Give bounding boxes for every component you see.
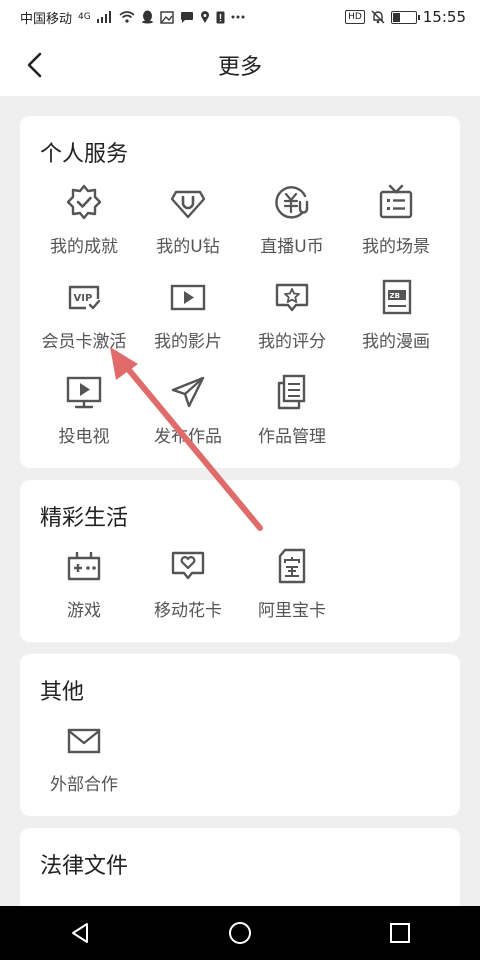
wifi-icon <box>119 11 135 23</box>
nav-recents-square-icon <box>390 923 410 943</box>
item-label: 阿里宝卡 <box>258 601 326 621</box>
item-label: 我的影片 <box>154 332 222 352</box>
achievement-badge-icon <box>66 184 102 220</box>
item-label: 作品管理 <box>258 427 326 447</box>
clock: 15:55 <box>422 8 466 26</box>
qq-icon <box>141 10 154 24</box>
status-left: 中国移动 4G <box>20 8 245 27</box>
grid-item-cast-tv[interactable]: 投电视 <box>32 368 136 463</box>
personal-services-grid: 我的成就 我的U钻 直播U币 我的场景 VIP 会员卡激活 我的影片 我的评分 … <box>32 178 448 463</box>
grid-item-vip-card[interactable]: VIP 会员卡激活 <box>32 273 136 368</box>
chevron-left-icon <box>27 52 42 78</box>
sim-alert-icon <box>216 11 225 24</box>
title-bar: 更多 <box>0 34 480 96</box>
section-title: 法律文件 <box>40 854 129 879</box>
hd-badge: HD <box>345 10 365 24</box>
item-label: 我的评分 <box>258 332 326 352</box>
section-title: 精彩生活 <box>40 506 129 531</box>
status-right: HD 15:55 <box>345 8 466 26</box>
works-manage-icon <box>277 374 306 410</box>
grid-item-scenes[interactable]: 我的场景 <box>344 178 448 273</box>
item-label: 投电视 <box>58 427 110 447</box>
grid-item-achievement[interactable]: 我的成就 <box>32 178 136 273</box>
grid-item-comics[interactable]: ZB 我的漫画 <box>344 273 448 368</box>
grid-item-u-diamond[interactable]: 我的U钻 <box>136 178 240 273</box>
item-label: 我的场景 <box>362 237 430 257</box>
comic-book-icon: ZB <box>382 279 412 315</box>
message-icon <box>180 11 194 24</box>
grid-item-publish[interactable]: 发布作品 <box>136 368 240 463</box>
grid-item-ali-card[interactable]: 阿里宝卡 <box>240 542 344 637</box>
vip-card-icon: VIP <box>68 285 101 310</box>
other-card: 其他 外部合作 <box>20 654 460 816</box>
mail-icon <box>67 728 101 754</box>
item-label: 直播U币 <box>260 237 324 257</box>
item-label: 我的漫画 <box>362 332 430 352</box>
svg-text:VIP: VIP <box>74 293 93 304</box>
item-label: 移动花卡 <box>154 601 222 621</box>
grid-item-ratings[interactable]: 我的评分 <box>240 273 344 368</box>
other-grid: 外部合作 <box>32 716 448 811</box>
system-nav-bar <box>0 906 480 960</box>
carrier-name: 中国移动 <box>20 11 73 27</box>
item-label: 我的成就 <box>50 237 118 257</box>
signal-icon <box>96 11 113 23</box>
life-grid: 游戏 移动花卡 阿里宝卡 <box>32 542 448 637</box>
flower-card-icon <box>171 551 205 580</box>
grid-item-u-coin[interactable]: 直播U币 <box>240 178 344 273</box>
network-type: 4G <box>78 12 91 22</box>
send-plane-icon <box>171 376 205 408</box>
nav-home-button[interactable] <box>210 911 270 955</box>
grid-item-works-manage[interactable]: 作品管理 <box>240 368 344 463</box>
page-title: 更多 <box>217 55 262 80</box>
battery-icon <box>390 10 420 24</box>
grid-item-movies[interactable]: 我的影片 <box>136 273 240 368</box>
rating-star-icon <box>275 283 309 312</box>
item-label: 会员卡激活 <box>41 332 127 352</box>
grid-item-flower-card[interactable]: 移动花卡 <box>136 542 240 637</box>
grid-item-partnership[interactable]: 外部合作 <box>32 716 136 811</box>
tv-list-icon <box>379 184 413 219</box>
cast-tv-icon <box>66 376 102 409</box>
item-label: 我的U钻 <box>156 237 220 257</box>
item-label: 发布作品 <box>154 427 222 447</box>
nav-back-button[interactable] <box>50 911 110 955</box>
nav-back-triangle-icon <box>72 923 88 943</box>
nav-home-circle-icon <box>229 922 251 944</box>
section-title: 个人服务 <box>40 142 129 167</box>
play-video-icon <box>170 284 206 311</box>
svg-text:ZB: ZB <box>390 292 400 300</box>
gallery-icon <box>160 10 174 24</box>
mute-bell-icon <box>371 10 385 24</box>
section-title: 其他 <box>40 680 85 705</box>
status-bar: 中国移动 4G HD 15:55 <box>0 0 480 34</box>
back-button[interactable] <box>18 48 52 82</box>
item-label: 外部合作 <box>50 775 118 795</box>
ali-card-icon <box>278 548 306 584</box>
life-card: 精彩生活 游戏 移动花卡 阿里宝卡 <box>20 480 460 642</box>
personal-services-card: 个人服务 我的成就 我的U钻 直播U币 我的场景 VIP 会员卡激活 我的影片 … <box>20 116 460 468</box>
location-icon <box>200 10 210 24</box>
u-coin-icon <box>275 186 309 219</box>
u-diamond-icon <box>170 190 206 219</box>
more-dots-icon <box>231 15 245 19</box>
nav-recents-button[interactable] <box>370 911 430 955</box>
grid-item-games[interactable]: 游戏 <box>32 542 136 637</box>
gamepad-icon <box>67 552 101 581</box>
item-label: 游戏 <box>67 601 101 621</box>
